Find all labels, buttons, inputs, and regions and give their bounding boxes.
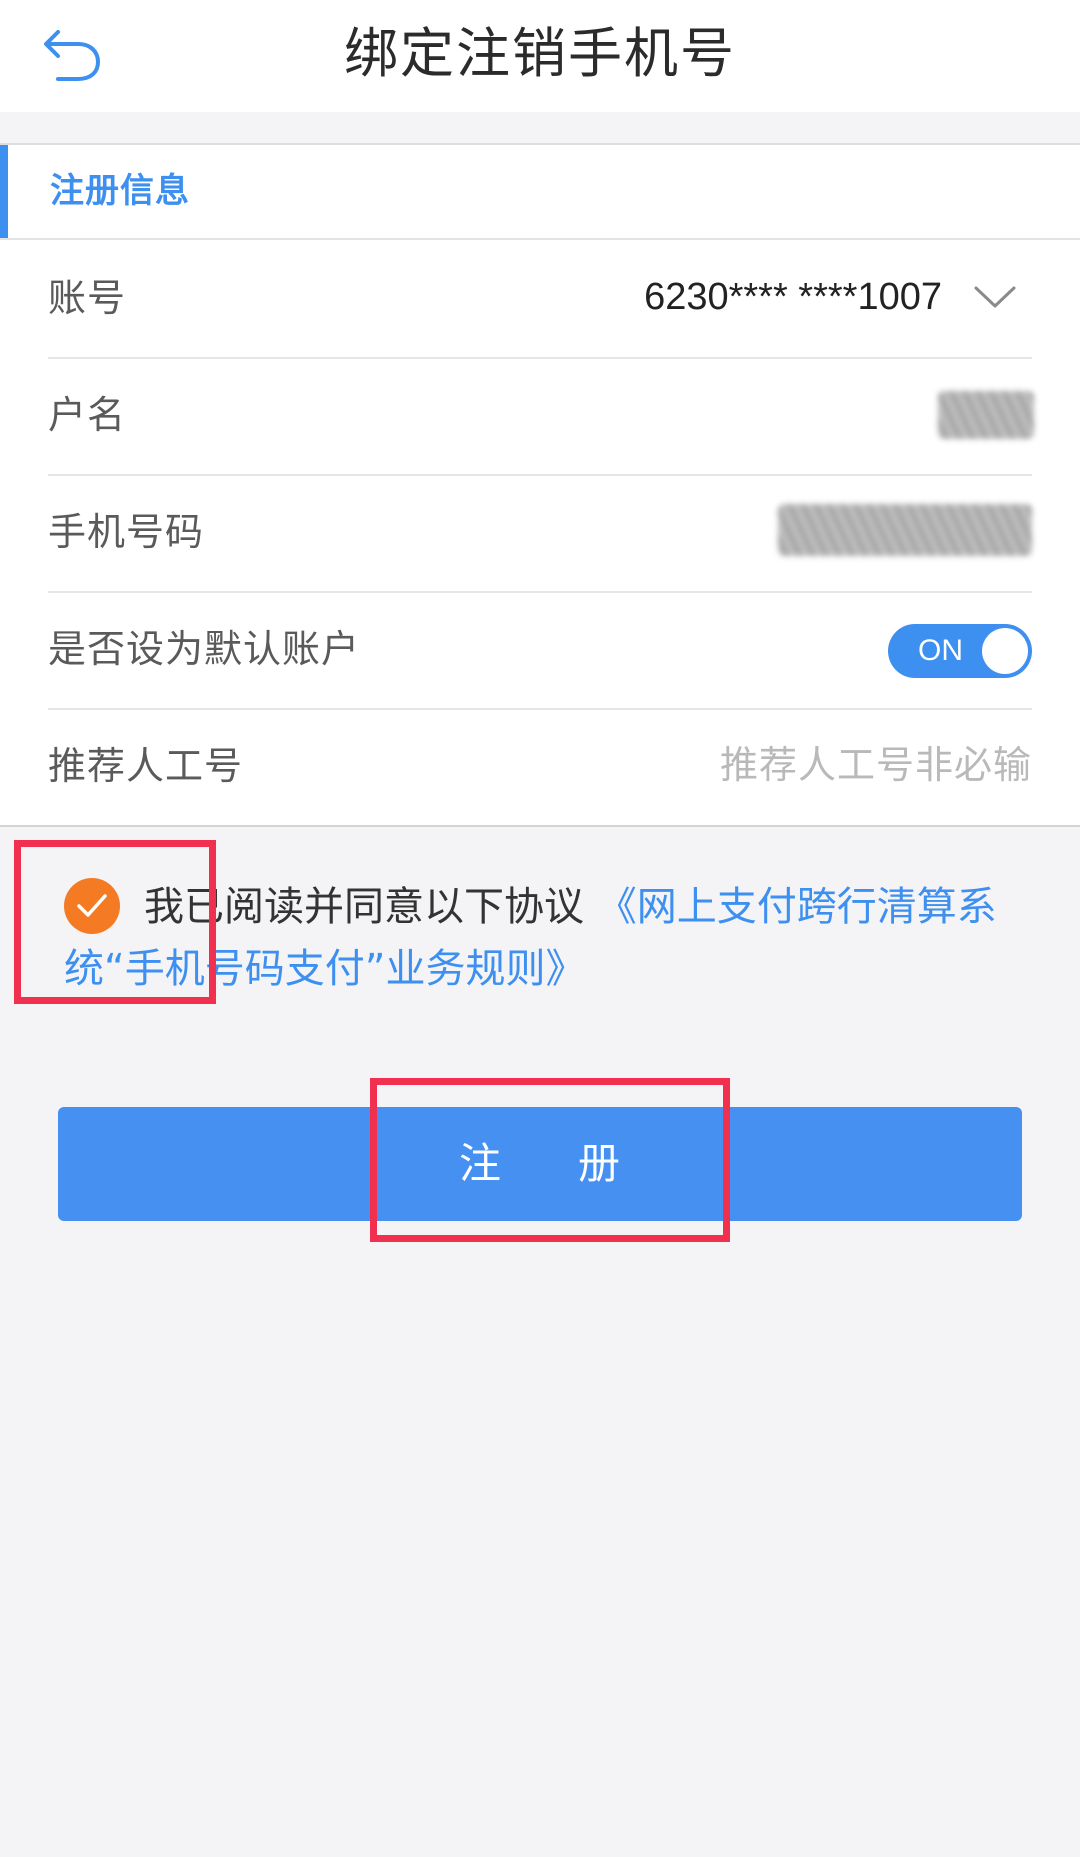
default-account-row: 是否设为默认账户 ON	[48, 591, 1032, 710]
account-value: 6230**** ****1007	[644, 276, 942, 318]
header-bar: 绑定注销手机号	[0, 0, 1080, 112]
button-highlight-box	[370, 1078, 730, 1242]
default-account-toggle[interactable]: ON	[888, 624, 1032, 678]
section-header: 注册信息	[0, 145, 1080, 240]
referrer-input[interactable]: 推荐人工号非必输	[720, 738, 1032, 792]
referrer-row: 推荐人工号 推荐人工号非必输	[48, 708, 1032, 825]
registration-card: 注册信息 账号 6230**** ****1007 户名 手机号码 是否设为默认…	[0, 143, 1080, 827]
account-name-label: 户名	[48, 393, 127, 437]
phone-label: 手机号码	[48, 510, 205, 554]
redacted-account-name	[938, 391, 1034, 439]
checkbox-highlight-box	[14, 840, 216, 1004]
account-label: 账号	[48, 276, 127, 320]
chevron-down-icon[interactable]	[972, 274, 1018, 320]
redacted-phone-number	[778, 504, 1032, 556]
section-accent-bar	[0, 145, 8, 238]
account-row[interactable]: 账号 6230**** ****1007	[48, 240, 1032, 359]
account-name-row: 户名	[48, 357, 1034, 476]
page-title: 绑定注销手机号	[344, 22, 736, 85]
section-title: 注册信息	[50, 171, 190, 211]
default-account-label: 是否设为默认账户	[48, 627, 361, 671]
toggle-knob	[982, 628, 1028, 674]
referrer-label: 推荐人工号	[48, 744, 244, 788]
toggle-state-label: ON	[918, 634, 963, 667]
phone-row: 手机号码	[48, 474, 1032, 593]
